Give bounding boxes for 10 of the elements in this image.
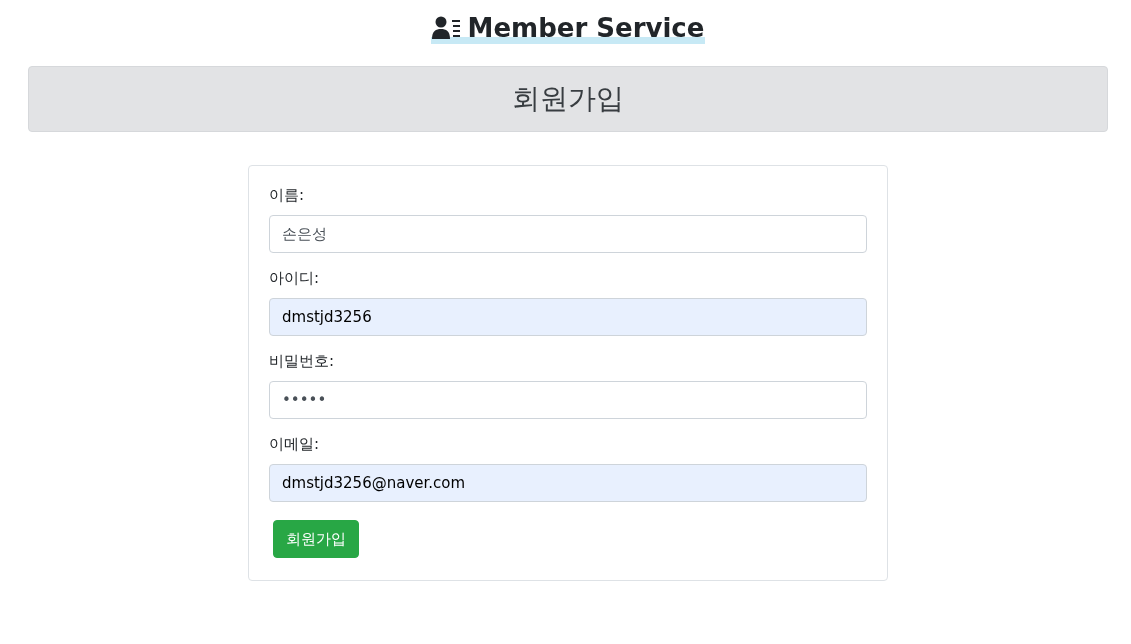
field-label: 이름: <box>269 186 305 205</box>
input-field[interactable]: dmstjd3256@naver.com <box>269 464 867 502</box>
field-label: 비밀번호: <box>269 352 335 371</box>
field-label: 아이디: <box>269 269 320 288</box>
banner-title: 회원가입 <box>512 81 624 117</box>
input-field[interactable]: dmstjd3256 <box>269 298 867 336</box>
field-label: 이메일: <box>269 435 320 454</box>
input-field[interactable]: ••••• <box>269 381 867 419</box>
user-list-icon <box>431 16 462 40</box>
input-field[interactable]: 손은성 <box>269 215 867 253</box>
